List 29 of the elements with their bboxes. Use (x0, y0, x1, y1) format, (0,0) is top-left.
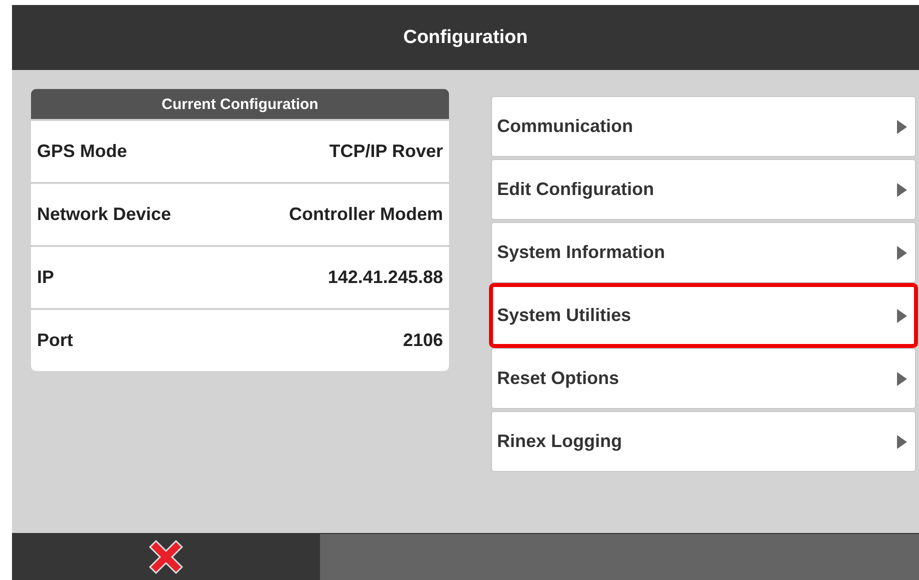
menu-item-label: System Utilities (497, 305, 632, 326)
menu-item[interactable]: Edit Configuration (491, 159, 916, 220)
card-title: Current Configuration (31, 89, 449, 119)
menu-item[interactable]: Reset Options (491, 348, 916, 409)
menu-item-label: Rinex Logging (497, 431, 622, 452)
chevron-icon (897, 434, 907, 448)
field-label: Network Device (37, 204, 172, 225)
field-value: Controller Modem (288, 204, 443, 225)
menu-item-label: Edit Configuration (497, 179, 654, 200)
field-value: 2106 (402, 330, 443, 351)
menu-item[interactable]: Communication (491, 96, 916, 157)
chevron-icon (897, 372, 907, 386)
field-value: 142.41.245.88 (328, 267, 443, 288)
field-label: Port (37, 330, 73, 351)
chevron-icon (897, 246, 907, 260)
field-label: IP (37, 267, 54, 288)
chevron-icon (897, 308, 907, 322)
chevron-icon (897, 182, 907, 196)
field-value: TCP/IP Rover (329, 141, 443, 162)
menu-item[interactable]: Rinex Logging (491, 411, 916, 472)
window-title: Configuration (12, 5, 919, 70)
chevron-icon (897, 120, 907, 134)
field-label: GPS Mode (37, 141, 128, 162)
menu-item-label: System Information (497, 242, 666, 263)
menu-item-label: Reset Options (497, 368, 620, 389)
menu-item-label: Communication (497, 116, 634, 137)
menu-item[interactable]: System Utilities (491, 285, 916, 346)
menu-item[interactable]: System Information (491, 222, 916, 283)
close-button[interactable] (148, 539, 184, 575)
